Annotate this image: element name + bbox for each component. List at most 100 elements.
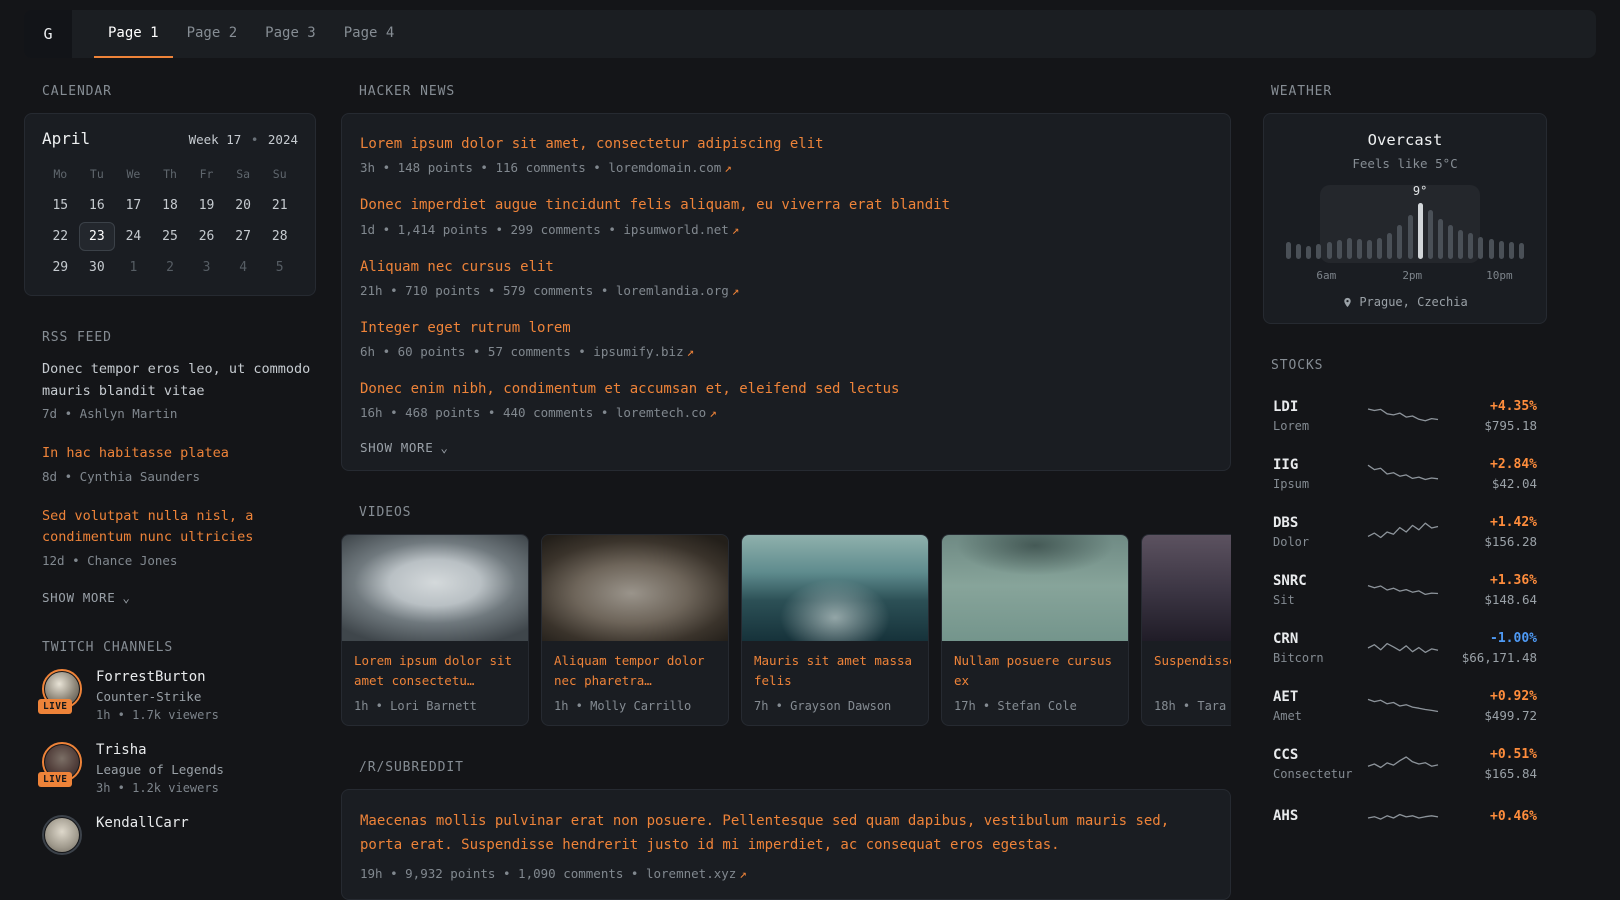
page-tab[interactable]: Page 2: [173, 10, 252, 58]
video-meta: 18h • Tara: [1154, 699, 1231, 713]
stock-identity: IIG Ipsum: [1273, 457, 1365, 491]
hackernews-item: Integer eget rutrum lorem 6h • 60 points…: [360, 318, 1212, 359]
page-tab[interactable]: Page 3: [251, 10, 330, 58]
stock-symbol: SNRC: [1273, 573, 1365, 589]
video-card[interactable]: Suspendisse diam 18h • Tara: [1141, 534, 1231, 726]
hackernews-list: Lorem ipsum dolor sit amet, consectetur …: [360, 134, 1212, 420]
stock-name: Dolor: [1273, 535, 1365, 549]
story-stats: 3h • 148 points • 116 comments •: [360, 160, 608, 175]
stock-identity: CCS Consectetur: [1273, 747, 1365, 781]
video-title[interactable]: Mauris sit amet massa felis: [754, 651, 916, 690]
location-pin-icon: [1342, 297, 1353, 308]
story-domain-link[interactable]: ipsumify.biz: [593, 344, 683, 359]
stock-sparkline: [1365, 461, 1441, 487]
story-title[interactable]: Lorem ipsum dolor sit amet, consectetur …: [360, 134, 1212, 154]
calendar-day: 22: [42, 222, 79, 251]
external-link-icon: ↗: [732, 283, 740, 298]
weather-bar-fill: 9°: [1418, 203, 1423, 259]
weather-bar-fill: [1438, 219, 1443, 259]
stock-symbol: AHS: [1273, 808, 1365, 824]
story-title[interactable]: Aliquam nec cursus elit: [360, 257, 1212, 277]
rss-item-title[interactable]: Donec tempor eros leo, ut commodo mauris…: [42, 359, 316, 402]
story-title[interactable]: Donec enim nibh, condimentum et accumsan…: [360, 379, 1212, 399]
story-domain-link[interactable]: loremlandia.org: [616, 283, 729, 298]
stock-sparkline: [1365, 751, 1441, 777]
post-domain-link[interactable]: loremnet.xyz: [646, 866, 736, 881]
stock-row: SNRC Sit +1.36% $148.64: [1271, 561, 1539, 619]
twitch-widget-title: TWITCH CHANNELS: [42, 640, 316, 655]
twitch-channel-row[interactable]: LIVE Trisha League of Legends 3h • 1.2k …: [42, 742, 316, 795]
story-meta: 1d • 1,414 points • 299 comments • ipsum…: [360, 222, 1212, 237]
channel-name[interactable]: KendallCarr: [96, 815, 189, 831]
post-title[interactable]: Maecenas mollis pulvinar erat non posuer…: [360, 810, 1212, 856]
stock-price: $42.04: [1441, 476, 1537, 491]
live-badge: LIVE: [38, 699, 72, 714]
channel-name[interactable]: ForrestBurton: [96, 669, 219, 685]
show-more-label: SHOW MORE: [42, 590, 115, 605]
weather-widget-title: WEATHER: [1271, 84, 1547, 99]
rss-item-title[interactable]: Sed volutpat nulla nisl, a condimentum n…: [42, 506, 316, 549]
video-card[interactable]: Mauris sit amet massa felis 7h • Grayson…: [741, 534, 929, 726]
stock-figures: +0.46%: [1441, 809, 1537, 828]
calendar-day: 26: [188, 222, 225, 251]
video-title[interactable]: Suspendisse diam: [1154, 651, 1231, 690]
calendar-day: 5: [261, 253, 298, 282]
calendar-day: 29: [42, 253, 79, 282]
app-logo[interactable]: G: [24, 10, 72, 58]
video-title[interactable]: Aliquam tempor dolor nec pharetra…: [554, 651, 716, 690]
calendar-day: 1: [115, 253, 152, 282]
twitch-channel-row[interactable]: LIVE ForrestBurton Counter-Strike 1h • 1…: [42, 669, 316, 722]
video-thumbnail[interactable]: [942, 535, 1128, 641]
video-thumbnail[interactable]: [542, 535, 728, 641]
weather-bar-fill: [1347, 238, 1352, 259]
stock-figures: +2.84% $42.04: [1441, 457, 1537, 491]
video-title[interactable]: Nullam posuere cursus ex: [954, 651, 1116, 690]
story-domain-link[interactable]: loremtech.co: [616, 405, 706, 420]
day-of-week-label: Th: [152, 163, 189, 185]
weather-bar-fill: [1478, 237, 1483, 259]
channel-info: ForrestBurton Counter-Strike 1h • 1.7k v…: [96, 669, 219, 722]
current-temp-label: 9°: [1413, 184, 1427, 198]
weather-widget: WEATHER Overcast Feels like 5°C: [1263, 84, 1547, 324]
video-card[interactable]: Aliquam tempor dolor nec pharetra… 1h • …: [541, 534, 729, 726]
rss-item: Sed volutpat nulla nisl, a condimentum n…: [42, 506, 316, 568]
video-meta: 1h • Molly Carrillo: [554, 699, 716, 713]
stock-figures: +1.42% $156.28: [1441, 515, 1537, 549]
page-tab[interactable]: Page 1: [94, 10, 173, 58]
hackernews-show-more-button[interactable]: SHOW MORE⌄: [360, 440, 449, 455]
story-domain-link[interactable]: loremdomain.com: [608, 160, 721, 175]
twitch-channel-row[interactable]: LIVE KendallCarr: [42, 815, 316, 855]
video-card[interactable]: Nullam posuere cursus ex 17h • Stefan Co…: [941, 534, 1129, 726]
day-of-week-label: Tu: [79, 163, 116, 185]
video-card[interactable]: Lorem ipsum dolor sit amet consectetu… 1…: [341, 534, 529, 726]
weather-hour-bar: [1347, 203, 1352, 259]
weather-bar-fill: [1408, 215, 1413, 259]
channel-name[interactable]: Trisha: [96, 742, 224, 758]
video-thumbnail[interactable]: [742, 535, 928, 641]
story-title[interactable]: Donec imperdiet augue tincidunt felis al…: [360, 195, 1212, 215]
video-title[interactable]: Lorem ipsum dolor sit amet consectetu…: [354, 651, 516, 690]
video-meta: 1h • Lori Barnett: [354, 699, 516, 713]
stock-identity: DBS Dolor: [1273, 515, 1365, 549]
story-domain-link[interactable]: ipsumworld.net: [623, 222, 728, 237]
channel-info: Trisha League of Legends 3h • 1.2k viewe…: [96, 742, 224, 795]
stock-row: AHS +0.46%: [1271, 793, 1539, 843]
weather-hour-bar: [1397, 203, 1402, 259]
story-meta: 16h • 468 points • 440 comments • loremt…: [360, 405, 1212, 420]
calendar-day: 24: [115, 222, 152, 251]
story-title[interactable]: Integer eget rutrum lorem: [360, 318, 1212, 338]
story-meta: 6h • 60 points • 57 comments • ipsumify.…: [360, 344, 1212, 359]
page-tab[interactable]: Page 4: [330, 10, 409, 58]
subreddit-widget: /R/SUBREDDIT Maecenas mollis pulvinar er…: [341, 760, 1231, 899]
subreddit-post: Maecenas mollis pulvinar erat non posuer…: [360, 810, 1212, 880]
weather-hour-bar: [1337, 203, 1342, 259]
video-card-body: Lorem ipsum dolor sit amet consectetu… 1…: [342, 641, 528, 725]
video-thumbnail[interactable]: [342, 535, 528, 641]
rss-item-title[interactable]: In hac habitasse platea: [42, 443, 316, 465]
story-stats: 6h • 60 points • 57 comments •: [360, 344, 593, 359]
video-thumbnail[interactable]: [1142, 535, 1231, 641]
weather-bar-fill: [1519, 243, 1524, 259]
story-stats: 21h • 710 points • 579 comments •: [360, 283, 616, 298]
dashboard-page: G Page 1Page 2Page 3Page 4 CALENDAR Apri…: [0, 10, 1620, 900]
rss-show-more-button[interactable]: SHOW MORE⌄: [42, 590, 131, 605]
